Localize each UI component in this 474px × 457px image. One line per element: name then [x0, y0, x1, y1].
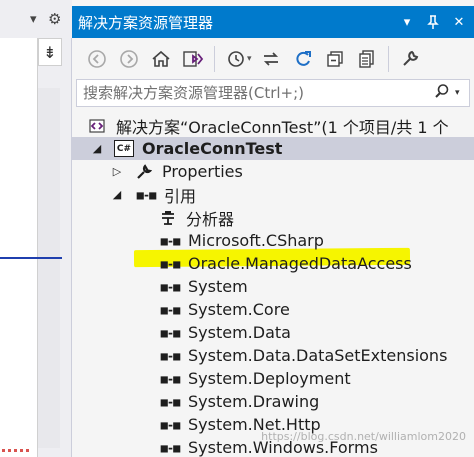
tree-item-label: 分析器: [186, 209, 235, 229]
tree-item-label: 引用: [164, 186, 197, 206]
caret-line-marker: [0, 257, 62, 259]
tree-item-label: Microsoft.CSharp: [188, 231, 324, 250]
analyzer-icon: [158, 209, 178, 227]
reference-icon: ■-■: [160, 279, 181, 294]
search-options-dropdown-icon[interactable]: ▾: [455, 88, 469, 98]
settings-icon[interactable]: ⚙: [48, 10, 61, 28]
tree-item-label: System.Data: [188, 323, 291, 342]
show-all-files-icon[interactable]: [352, 44, 382, 74]
properties-icon[interactable]: [395, 44, 425, 74]
wrench-icon: [134, 163, 154, 181]
sync-icon[interactable]: [256, 44, 286, 74]
tree-item-references[interactable]: ◢ ■-■ 引用: [72, 183, 474, 206]
panel-toolbar: ▾: [72, 40, 474, 78]
switch-views-icon[interactable]: [178, 44, 208, 74]
tree-item-label: Oracle.ManagedDataAccess: [188, 254, 412, 273]
tree-item-analyzers[interactable]: 分析器: [72, 206, 474, 229]
tree-item-label: System.Data.DataSetExtensions: [188, 346, 448, 365]
editor-scrollbar[interactable]: [38, 88, 60, 448]
tree-item-label: System: [188, 277, 248, 296]
toolbar-separator: [387, 46, 389, 72]
reference-icon: ■-■: [160, 371, 181, 386]
editor-margin: ▾ ⚙ ⇟: [0, 0, 72, 457]
tree-item-reference[interactable]: ■-■ System.Drawing: [72, 390, 474, 413]
reference-icon: ■-■: [160, 302, 181, 317]
editor-topbar: ▾ ⚙: [0, 0, 72, 38]
history-dropdown-icon[interactable]: ▾: [247, 54, 252, 64]
search-box[interactable]: ▾: [76, 79, 470, 107]
reference-icon: ■-■: [160, 417, 181, 432]
solution-explorer-panel: 解决方案资源管理器 ▾ ✕ ▾ 搜索解决方案资源管理器(Ctrl+;) ▾ 解决…: [72, 0, 474, 457]
forward-icon[interactable]: [114, 44, 144, 74]
tree-item-reference[interactable]: ■-■ System.Data: [72, 321, 474, 344]
search-icon[interactable]: [429, 83, 455, 103]
tree-item-reference[interactable]: ■-■ Oracle.ManagedDataAccess: [72, 252, 474, 275]
tree-item-solution[interactable]: 解决方案“OracleConnTest”(1 个项目/共 1 个: [72, 114, 474, 137]
reference-icon: ■-■: [160, 256, 181, 271]
tree-item-reference[interactable]: ■-■ System.Core: [72, 298, 474, 321]
tree-item-reference[interactable]: ■-■ System.Data.DataSetExtensions: [72, 344, 474, 367]
tree-item-label: System.Deployment: [188, 369, 351, 388]
window-position-dropdown-icon[interactable]: ▾: [396, 11, 418, 33]
code-editor[interactable]: [0, 38, 38, 457]
solution-tree: 解决方案“OracleConnTest”(1 个项目/共 1 个 ◢ C# Or…: [72, 112, 474, 457]
csharp-project-icon: C#: [114, 140, 134, 158]
home-icon[interactable]: [146, 44, 176, 74]
toolbar-separator: [214, 46, 215, 72]
tree-item-label: System.Drawing: [188, 392, 320, 411]
watermark-text: https://blog.csdn.net/williamlom2020: [261, 430, 466, 443]
panel-title: 解决方案资源管理器: [78, 13, 214, 32]
expanded-arrow-icon[interactable]: ◢: [110, 188, 124, 201]
pin-icon[interactable]: [422, 11, 444, 33]
expanded-arrow-icon[interactable]: ◢: [90, 142, 104, 155]
split-editor-button[interactable]: ⇟: [38, 38, 62, 66]
reference-icon: ■-■: [160, 394, 181, 409]
tree-item-reference[interactable]: ■-■ Microsoft.CSharp: [72, 229, 474, 252]
dropdown-icon[interactable]: ▾: [30, 12, 37, 27]
tree-item-label: Properties: [162, 162, 243, 181]
reference-icon: ■-■: [160, 325, 181, 340]
tree-item-reference[interactable]: ■-■ System.Deployment: [72, 367, 474, 390]
tree-item-properties[interactable]: ▷ Properties: [72, 160, 474, 183]
error-squiggle: [2, 449, 32, 452]
solution-icon: [88, 117, 108, 135]
references-icon: ■-■: [136, 187, 157, 202]
reference-icon: ■-■: [160, 440, 181, 455]
tree-item-project[interactable]: ◢ C# OracleConnTest: [72, 137, 474, 160]
tree-item-label: System.Core: [188, 300, 290, 319]
back-icon[interactable]: [82, 44, 112, 74]
tree-item-label: OracleConnTest: [142, 139, 283, 158]
search-input[interactable]: [77, 81, 429, 105]
reference-icon: ■-■: [160, 348, 181, 363]
collapse-all-icon[interactable]: [320, 44, 350, 74]
panel-titlebar: 解决方案资源管理器 ▾ ✕: [72, 6, 474, 38]
split-icon: ⇟: [43, 42, 57, 62]
refresh-icon[interactable]: [288, 44, 318, 74]
collapsed-arrow-icon[interactable]: ▷: [110, 165, 124, 178]
reference-icon: ■-■: [160, 233, 181, 248]
close-icon[interactable]: ✕: [448, 11, 470, 33]
tree-item-label: 解决方案“OracleConnTest”(1 个项目/共 1 个: [116, 117, 449, 137]
tree-item-reference[interactable]: ■-■ System: [72, 275, 474, 298]
